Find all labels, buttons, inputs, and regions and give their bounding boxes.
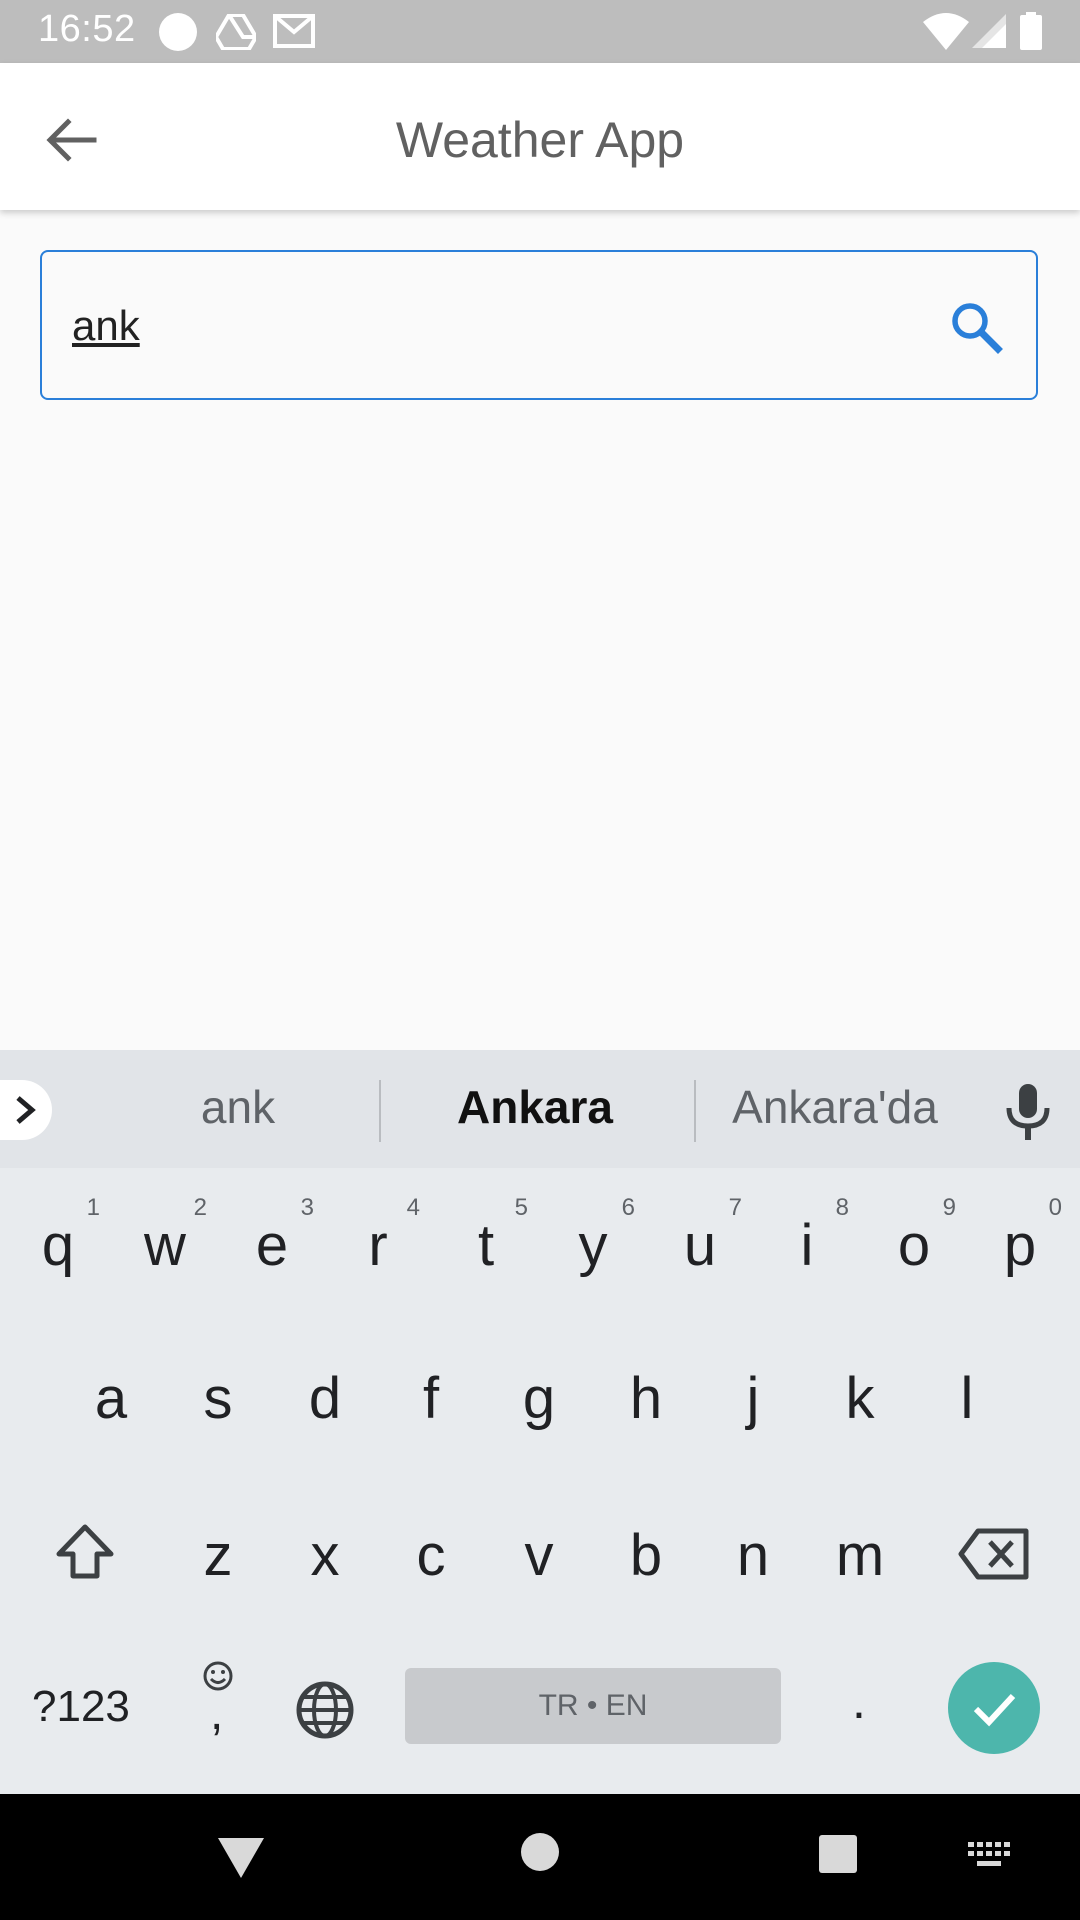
shift-icon — [56, 1524, 114, 1579]
key-m[interactable]: m — [810, 1498, 910, 1608]
suggestion-divider — [694, 1080, 696, 1142]
key-r[interactable]: 4r — [328, 1188, 428, 1298]
space-key[interactable]: TR • EN — [405, 1668, 781, 1744]
key-label: i — [800, 1213, 814, 1278]
search-input[interactable] — [72, 296, 932, 356]
suggestion-item-primary[interactable]: Ankara — [395, 1080, 675, 1134]
key-label: y — [578, 1213, 608, 1278]
key-label: t — [477, 1213, 495, 1278]
soft-keyboard: ank Ankara Ankara'da 1q 2w 3e 4r 5t 6y 7… — [0, 1050, 1080, 1794]
key-x[interactable]: x — [275, 1498, 375, 1608]
key-label: s — [203, 1366, 233, 1431]
key-y[interactable]: 6y — [543, 1188, 643, 1298]
key-label: b — [629, 1523, 663, 1588]
key-label: n — [736, 1523, 770, 1588]
period-key[interactable]: . — [852, 1672, 866, 1730]
key-label: f — [422, 1366, 440, 1431]
key-label: w — [144, 1213, 186, 1278]
key-o[interactable]: 9o — [864, 1188, 964, 1298]
status-time: 16:52 — [38, 8, 136, 50]
key-label: u — [683, 1213, 717, 1278]
key-a[interactable]: a — [61, 1341, 161, 1451]
comma-emoji-key[interactable]: , — [192, 1660, 248, 1756]
backspace-icon — [958, 1528, 1029, 1580]
comma-label: , — [210, 1687, 224, 1740]
back-triangle-icon[interactable] — [216, 1836, 266, 1880]
key-p[interactable]: 0p — [970, 1188, 1070, 1298]
key-l[interactable]: l — [917, 1341, 1017, 1451]
key-label: h — [629, 1366, 663, 1431]
suggestion-item[interactable]: ank — [108, 1080, 368, 1134]
microphone-icon[interactable] — [1000, 1082, 1056, 1142]
key-w[interactable]: 2w — [115, 1188, 215, 1298]
key-label: m — [835, 1523, 885, 1588]
key-q[interactable]: 1q — [8, 1188, 108, 1298]
drive-icon — [216, 14, 256, 50]
suggestion-strip: ank Ankara Ankara'da — [0, 1050, 1080, 1168]
key-label: z — [203, 1523, 233, 1588]
key-b[interactable]: b — [596, 1498, 696, 1608]
chevron-right-icon — [16, 1096, 36, 1124]
page-title: Weather App — [395, 112, 685, 168]
shift-key[interactable] — [35, 1498, 135, 1608]
key-label: o — [897, 1213, 931, 1278]
battery-icon — [1020, 12, 1042, 50]
key-label: k — [845, 1366, 875, 1431]
status-bar: 16:52 — [0, 0, 1080, 63]
key-u[interactable]: 7u — [650, 1188, 750, 1298]
search-field[interactable] — [40, 250, 1038, 400]
key-label: c — [416, 1523, 446, 1588]
key-label: q — [41, 1213, 75, 1278]
search-icon[interactable] — [948, 299, 1004, 355]
key-s[interactable]: s — [168, 1341, 268, 1451]
key-label: l — [960, 1366, 974, 1431]
key-label: g — [522, 1366, 556, 1431]
key-label: v — [524, 1523, 554, 1588]
globe-icon[interactable] — [295, 1680, 355, 1740]
suggestion-divider — [379, 1080, 381, 1142]
key-h[interactable]: h — [596, 1341, 696, 1451]
recents-square-icon[interactable] — [818, 1834, 858, 1874]
navigation-bar — [0, 1794, 1080, 1920]
key-n[interactable]: n — [703, 1498, 803, 1608]
key-label: a — [94, 1366, 128, 1431]
key-e[interactable]: 3e — [222, 1188, 322, 1298]
wifi-icon — [923, 13, 969, 50]
key-v[interactable]: v — [489, 1498, 589, 1608]
key-t[interactable]: 5t — [436, 1188, 536, 1298]
enter-key[interactable] — [948, 1662, 1040, 1754]
expand-toolbar-button[interactable] — [0, 1080, 52, 1140]
key-label: e — [255, 1213, 289, 1278]
key-z[interactable]: z — [168, 1498, 268, 1608]
key-k[interactable]: k — [810, 1341, 910, 1451]
circle-icon — [159, 13, 197, 51]
signal-icon — [972, 14, 1006, 48]
gmail-icon — [273, 14, 315, 48]
key-d[interactable]: d — [275, 1341, 375, 1451]
backspace-key[interactable] — [944, 1498, 1044, 1608]
check-icon — [973, 1693, 1016, 1727]
key-label: j — [746, 1366, 760, 1431]
keyboard-switch-icon[interactable] — [968, 1842, 1012, 1868]
app-bar: Weather App — [0, 63, 1080, 210]
home-circle-icon[interactable] — [520, 1832, 560, 1872]
key-c[interactable]: c — [381, 1498, 481, 1608]
key-i[interactable]: 8i — [757, 1188, 857, 1298]
key-label: x — [310, 1523, 340, 1588]
key-label: p — [1003, 1213, 1037, 1278]
key-label: d — [308, 1366, 342, 1431]
suggestion-item[interactable]: Ankara'da — [705, 1080, 965, 1134]
symbols-key[interactable]: ?123 — [32, 1682, 130, 1732]
key-j[interactable]: j — [703, 1341, 803, 1451]
key-f[interactable]: f — [381, 1341, 481, 1451]
key-g[interactable]: g — [489, 1341, 589, 1451]
key-label: r — [368, 1213, 388, 1278]
